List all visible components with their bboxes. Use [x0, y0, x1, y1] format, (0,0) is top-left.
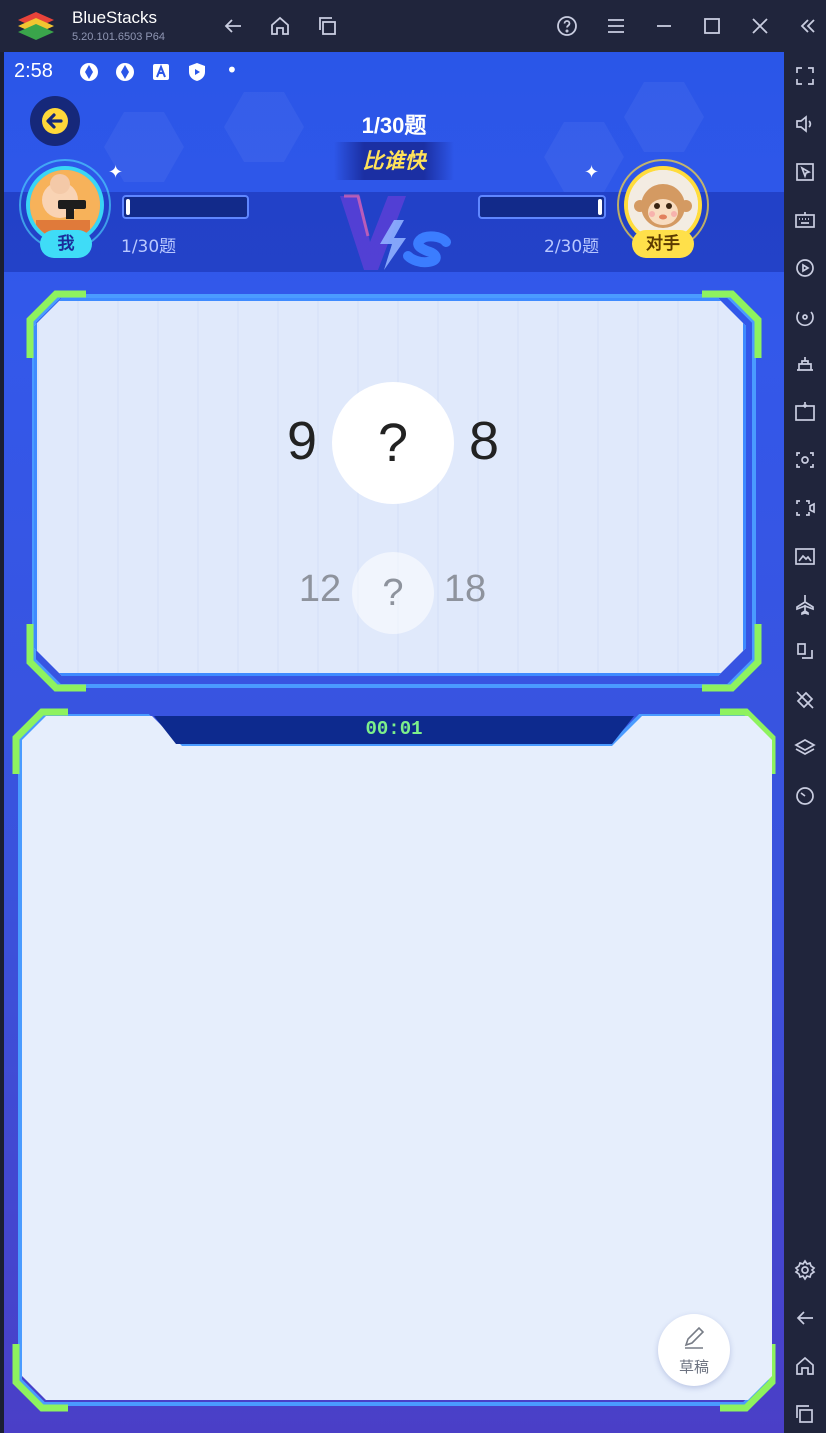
status-clock: 2:58: [14, 60, 53, 82]
recent-apps-icon[interactable]: [314, 12, 342, 40]
performance-icon[interactable]: [793, 784, 817, 808]
airplane-icon[interactable]: [793, 592, 817, 616]
home-icon[interactable]: [266, 12, 294, 40]
sidebar-back-icon[interactable]: [793, 1306, 817, 1330]
macro-icon[interactable]: [793, 256, 817, 280]
multi-instance-icon[interactable]: [793, 352, 817, 376]
player-opponent-progress-bar: [478, 195, 606, 219]
answer-writing-area[interactable]: [22, 716, 772, 1400]
fullscreen-icon[interactable]: [793, 64, 817, 88]
resize-icon[interactable]: [793, 640, 817, 664]
current-operator-slot: ?: [332, 382, 454, 504]
volume-icon[interactable]: [793, 112, 817, 136]
player-me-progress-bar: [122, 195, 249, 219]
collapse-sidebar-icon[interactable]: [794, 12, 822, 40]
timer-text: 00:01: [365, 718, 423, 740]
settings-gear-icon[interactable]: [793, 1258, 817, 1282]
player-me-tag: 我: [40, 230, 92, 258]
back-button[interactable]: [30, 96, 80, 146]
player-opponent-tag: 对手: [632, 230, 694, 258]
draft-button[interactable]: 草稿: [658, 1314, 730, 1386]
game-mode-badge: 比谁快: [334, 142, 454, 180]
next-operator-slot: ?: [352, 552, 434, 634]
title-bar: BlueStacks 5.20.101.6503 P64: [0, 0, 826, 52]
bluestacks-sidebar: [784, 52, 826, 1433]
back-arrow-icon[interactable]: [219, 12, 247, 40]
pencil-icon: [684, 1326, 705, 1349]
draft-label: 草稿: [678, 1358, 709, 1376]
current-right-number: 8: [468, 411, 500, 471]
sidebar-home-icon[interactable]: [793, 1354, 817, 1378]
play-shield-icon: [189, 63, 205, 81]
player-opponent-progress-fill: [598, 199, 602, 215]
notification-dot: •: [226, 58, 238, 82]
aperture-icon: [116, 63, 134, 81]
pointer-icon[interactable]: [793, 160, 817, 184]
background-hexagon: [624, 82, 704, 152]
screenshot-icon[interactable]: [793, 448, 817, 472]
minimize-icon[interactable]: [650, 12, 678, 40]
help-icon[interactable]: [553, 12, 581, 40]
sparkle-icon: ✦: [584, 162, 600, 183]
menu-icon[interactable]: [602, 12, 630, 40]
player-me-count: 1/30题: [121, 237, 177, 257]
next-right-number: 18: [443, 568, 487, 610]
rotate-icon[interactable]: [793, 304, 817, 328]
bluestacks-logo-icon: [18, 12, 54, 40]
apk-install-icon[interactable]: [793, 400, 817, 424]
aperture-icon: [80, 63, 98, 81]
screen-record-icon[interactable]: [793, 496, 817, 520]
maximize-icon[interactable]: [698, 12, 726, 40]
android-status-bar: 2:58 •: [4, 52, 784, 92]
arrow-left-icon: [42, 108, 68, 134]
close-icon[interactable]: [746, 12, 774, 40]
next-left-number: 12: [298, 568, 342, 610]
media-folder-icon[interactable]: [793, 544, 817, 568]
app-version: 5.20.101.6503 P64: [72, 31, 165, 43]
question-progress: 1/30题: [361, 113, 427, 138]
sparkle-icon: ✦: [108, 162, 124, 183]
background-hexagon: [224, 92, 304, 162]
player-me-progress-fill: [126, 199, 130, 215]
app-a-icon: [153, 64, 169, 80]
eco-mode-icon[interactable]: [793, 688, 817, 712]
vs-emblem-icon: [340, 194, 451, 270]
game-screen: 2:58 • 1/30题 比谁快 ✦ ✦ 我 1/30题 对手 2/30题 9 …: [4, 52, 784, 1433]
app-name: BlueStacks: [72, 8, 158, 27]
current-left-number: 9: [286, 411, 318, 471]
player-opponent-count: 2/30题: [544, 237, 600, 257]
layers-icon[interactable]: [793, 736, 817, 760]
keyboard-icon[interactable]: [793, 208, 817, 232]
sidebar-recent-icon[interactable]: [793, 1402, 817, 1426]
